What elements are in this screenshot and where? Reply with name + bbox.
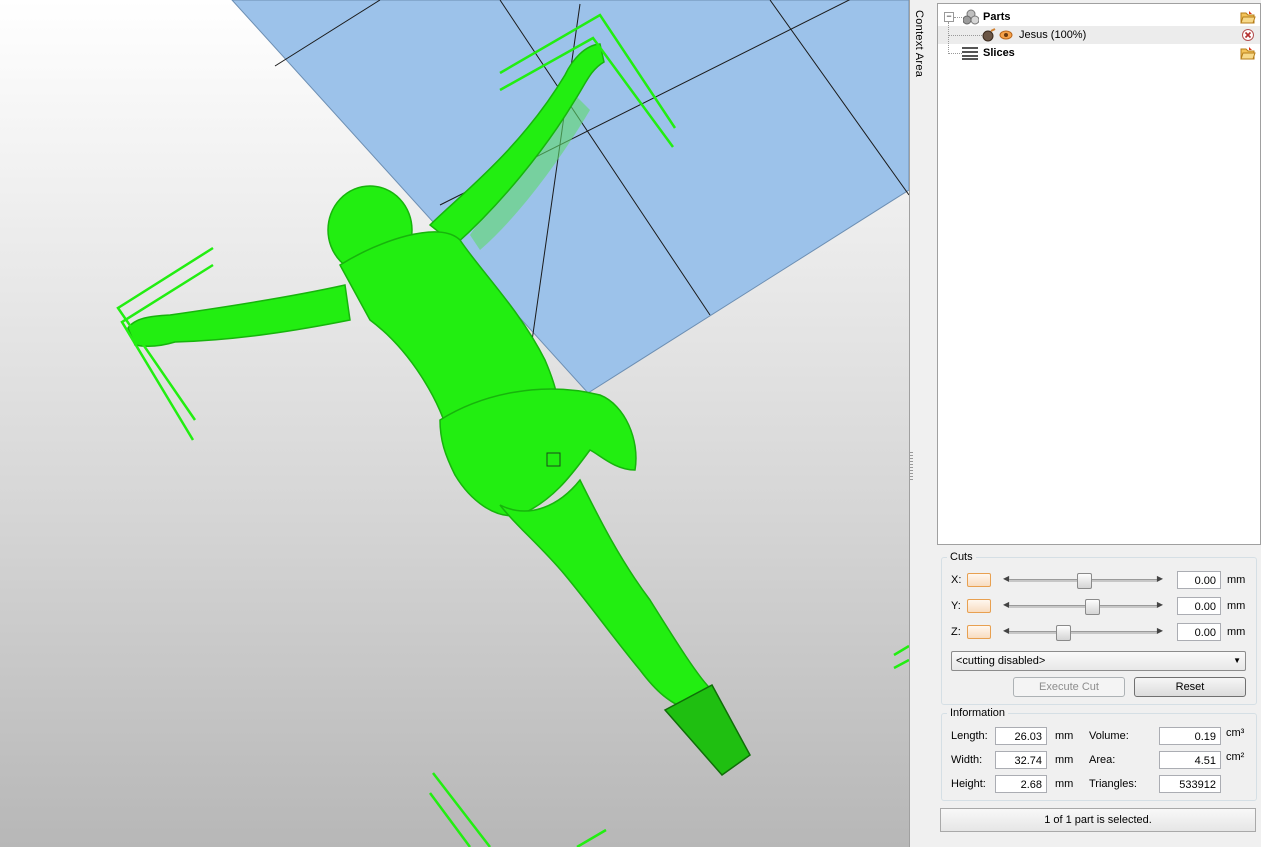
cut-z-slider[interactable]: ◀ ▶ <box>1001 625 1165 641</box>
height-label: Height: <box>951 778 986 790</box>
cut-y-slider-thumb[interactable] <box>1084 599 1100 615</box>
execute-cut-button[interactable]: Execute Cut <box>1013 677 1125 697</box>
scene-canvas[interactable] <box>0 0 909 847</box>
length-value: 26.03 <box>995 727 1047 745</box>
collapse-toggle-icon[interactable]: − <box>944 12 954 22</box>
cutting-mode-value: <cutting disabled> <box>956 655 1046 667</box>
context-area-label: Context Area <box>913 10 925 78</box>
information-title: Information <box>947 707 1009 719</box>
mesh-part-icon <box>982 28 996 42</box>
area-unit: cm² <box>1226 751 1245 763</box>
triangles-label: Triangles: <box>1089 778 1137 790</box>
cuts-title: Cuts <box>947 551 976 563</box>
parts-icon <box>962 9 980 25</box>
splitter-grip[interactable] <box>910 452 913 480</box>
cut-x-slider-thumb[interactable] <box>1076 573 1092 589</box>
length-unit: mm <box>1055 730 1074 742</box>
cut-z-unit: mm <box>1227 626 1246 638</box>
right-panel: − Parts Jesus (100%) Slices Cuts X: ◀ ▶ … <box>937 0 1261 847</box>
cut-x-value[interactable]: 0.00 <box>1177 571 1221 589</box>
cut-z-value[interactable]: 0.00 <box>1177 623 1221 641</box>
cut-y-value[interactable]: 0.00 <box>1177 597 1221 615</box>
cut-y-slider[interactable]: ◀ ▶ <box>1001 599 1165 615</box>
cut-x-unit: mm <box>1227 574 1246 586</box>
tree-row-slices[interactable]: Slices <box>938 44 1260 62</box>
open-folder-icon[interactable] <box>1240 46 1256 66</box>
chevron-down-icon: ▼ <box>1233 656 1241 665</box>
cut-z-toggle-button[interactable] <box>967 625 991 639</box>
volume-unit: cm³ <box>1226 727 1245 739</box>
slices-icon <box>962 46 978 60</box>
area-label: Area: <box>1089 754 1116 766</box>
cut-y-unit: mm <box>1227 600 1246 612</box>
cut-y-label: Y: <box>951 600 961 612</box>
context-area-splitter[interactable] <box>909 0 938 847</box>
tree-parts-label: Parts <box>983 11 1011 23</box>
selection-status: 1 of 1 part is selected. <box>940 808 1256 832</box>
tree-row-part[interactable]: Jesus (100%) <box>938 22 1260 52</box>
width-value: 32.74 <box>995 751 1047 769</box>
3d-viewport[interactable] <box>0 0 909 847</box>
volume-label: Volume: <box>1089 730 1129 742</box>
width-label: Width: <box>951 754 983 766</box>
tree-part-label: Jesus (100%) <box>1019 29 1087 41</box>
height-value: 2.68 <box>995 775 1047 793</box>
reset-button[interactable]: Reset <box>1134 677 1246 697</box>
area-value: 4.51 <box>1159 751 1221 769</box>
width-unit: mm <box>1055 754 1074 766</box>
eye-icon[interactable] <box>999 28 1013 42</box>
length-label: Length: <box>951 730 988 742</box>
cut-y-toggle-button[interactable] <box>967 599 991 613</box>
tree-row-parts[interactable]: − Parts <box>938 8 1260 26</box>
tree-slices-label: Slices <box>983 47 1015 59</box>
cut-x-toggle-button[interactable] <box>967 573 991 587</box>
height-unit: mm <box>1055 778 1074 790</box>
volume-value: 0.19 <box>1159 727 1221 745</box>
cut-z-slider-thumb[interactable] <box>1056 625 1072 641</box>
object-tree[interactable]: − Parts Jesus (100%) Slices <box>937 3 1261 545</box>
cut-z-label: Z: <box>951 626 961 638</box>
cut-x-label: X: <box>951 574 962 586</box>
triangles-value: 533912 <box>1159 775 1221 793</box>
build-plate <box>231 0 909 394</box>
cutting-mode-select[interactable]: <cutting disabled> ▼ <box>951 651 1246 671</box>
cut-x-slider[interactable]: ◀ ▶ <box>1001 573 1165 589</box>
